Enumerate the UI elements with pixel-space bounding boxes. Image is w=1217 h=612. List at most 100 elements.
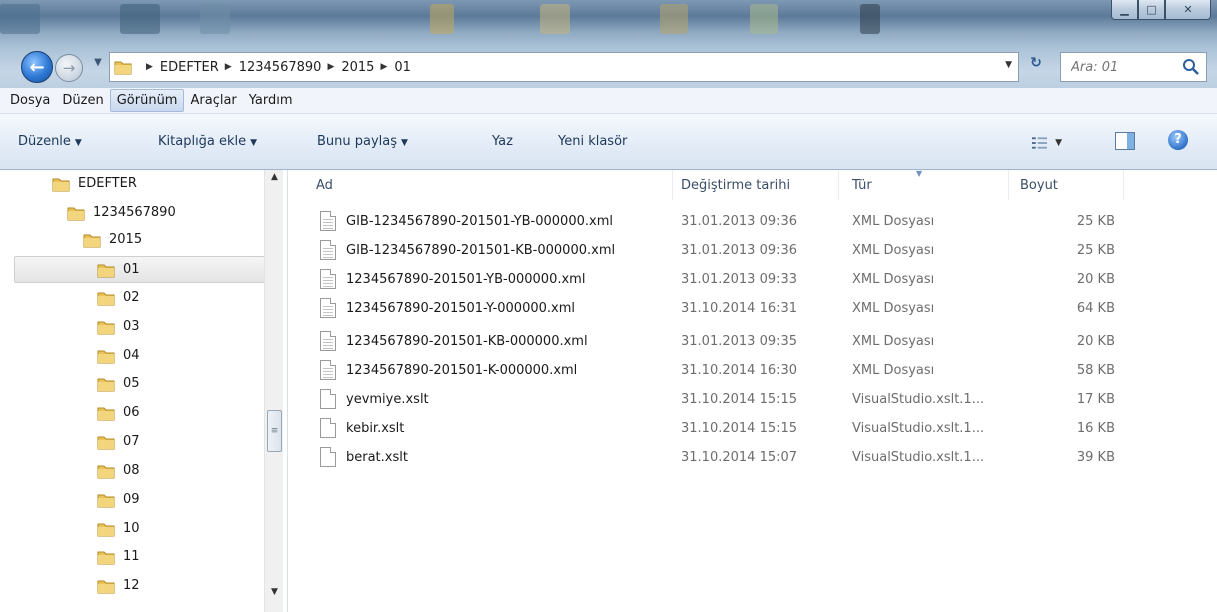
breadcrumb-item-month[interactable]: 01 [394, 60, 411, 75]
tree-item-month-01[interactable]: 01 [14, 256, 265, 283]
maximize-button[interactable]: □ [1138, 0, 1165, 20]
tree-item-label: 07 [123, 434, 140, 449]
tree-item-month-05[interactable]: 05 [97, 370, 140, 397]
xml-file-icon [320, 298, 336, 318]
column-header-type[interactable]: Tür [839, 170, 1009, 200]
file-row[interactable]: 1234567890-201501-YB-000000.xml 31.01.20… [289, 264, 1217, 294]
file-size: 16 KB [1076, 420, 1115, 436]
file-type: XML Dosyası [852, 242, 935, 258]
file-name: GIB-1234567890-201501-YB-000000.xml [346, 213, 613, 229]
back-button[interactable]: ← [21, 51, 53, 83]
command-bar: Düzenle ▼ Kitaplığa ekle ▼ Bunu paylaş ▼ Ya… [0, 114, 1217, 170]
address-bar[interactable]: ▶ EDEFTER ▶ 1234567890 ▶ 2015 ▶ 01 ▼ [109, 52, 1019, 82]
file-modified: 31.01.2013 09:36 [681, 213, 798, 229]
tree-item-month-10[interactable]: 10 [97, 515, 140, 542]
scroll-up-icon[interactable]: ▲ [265, 172, 284, 188]
share-with-button[interactable]: Bunu paylaş ▼ [317, 134, 408, 149]
preview-pane-button[interactable] [1115, 132, 1135, 150]
file-name: GIB-1234567890-201501-KB-000000.xml [346, 242, 616, 258]
file-row[interactable]: berat.xslt 31.10.2014 15:07 VisualStudio… [289, 442, 1217, 472]
file-size: 64 KB [1076, 300, 1115, 316]
folder-icon [97, 292, 115, 305]
breadcrumb-item-company[interactable]: 1234567890 [239, 60, 322, 75]
chevron-right-icon[interactable]: ▶ [380, 62, 387, 72]
tree-item-month-08[interactable]: 08 [97, 457, 140, 484]
file-row[interactable]: 1234567890-201501-K-000000.xml 31.10.201… [289, 355, 1217, 385]
file-type: XML Dosyası [852, 333, 935, 349]
taskbar-thumbnail [540, 4, 570, 34]
tree-item-label: 12 [123, 578, 140, 593]
file-row[interactable]: GIB-1234567890-201501-YB-000000.xml 31.0… [289, 206, 1217, 236]
file-type: XML Dosyası [852, 213, 935, 229]
tree-item-label: 03 [123, 319, 140, 334]
window-controls: ▁ □ ✕ [1111, 0, 1211, 20]
column-header-name[interactable]: Ad [289, 170, 673, 200]
menu-help[interactable]: Yardım [243, 90, 299, 111]
tree-item-month-04[interactable]: 04 [97, 342, 140, 369]
help-icon[interactable]: ? [1168, 130, 1188, 150]
scroll-down-icon[interactable]: ▼ [265, 587, 284, 603]
file-name: 1234567890-201501-YB-000000.xml [346, 271, 586, 287]
tree-item-label: 01 [123, 262, 140, 277]
file-modified: 31.10.2014 15:15 [681, 420, 798, 436]
tree-item-company[interactable]: 1234567890 [67, 199, 176, 226]
file-modified: 31.10.2014 16:31 [681, 300, 798, 316]
tree-item-label: 11 [123, 549, 140, 564]
new-folder-button[interactable]: Yeni klasör [558, 134, 627, 149]
refresh-button[interactable]: ↻ [1024, 55, 1048, 77]
file-type: VisualStudio.xslt.1... [852, 391, 985, 407]
menu-view[interactable]: Görünüm [109, 89, 185, 112]
recent-pages-dropdown[interactable]: ▼ [87, 57, 109, 73]
file-modified: 31.10.2014 16:30 [681, 362, 798, 378]
tree-item-year[interactable]: 2015 [83, 226, 142, 253]
tree-item-month-11[interactable]: 11 [97, 543, 140, 570]
chevron-right-icon[interactable]: ▶ [225, 62, 232, 72]
tree-item-edefter[interactable]: EDEFTER [52, 170, 137, 197]
chevron-right-icon[interactable]: ▶ [327, 62, 334, 72]
tree-item-month-02[interactable]: 02 [97, 284, 140, 311]
chevron-right-icon[interactable]: ▶ [146, 62, 153, 72]
file-row[interactable]: 1234567890-201501-KB-000000.xml 31.01.20… [289, 326, 1217, 356]
tree-item-month-06[interactable]: 06 [97, 399, 140, 426]
column-header-size[interactable]: Boyut [1009, 170, 1124, 200]
file-list: Ad Değiştirme tarihi Tür ▼ Boyut GIB-123… [289, 169, 1217, 612]
tree-item-month-03[interactable]: 03 [97, 313, 140, 340]
navigation-pane-scrollbar[interactable]: ▲ ≡ ▼ [264, 170, 283, 612]
breadcrumb-item-year[interactable]: 2015 [341, 60, 374, 75]
change-view-button[interactable]: ▼ [1032, 134, 1062, 152]
breadcrumb: ▶ EDEFTER ▶ 1234567890 ▶ 2015 ▶ 01 [140, 60, 411, 75]
search-box[interactable] [1060, 52, 1207, 82]
burn-button[interactable]: Yaz [492, 134, 513, 149]
minimize-button[interactable]: ▁ [1111, 0, 1138, 20]
tree-item-month-09[interactable]: 09 [97, 486, 140, 513]
close-button[interactable]: ✕ [1165, 0, 1211, 20]
forward-button[interactable]: → [55, 54, 83, 82]
title-bar: ▁ □ ✕ [0, 0, 1217, 46]
file-row[interactable]: GIB-1234567890-201501-KB-000000.xml 31.0… [289, 235, 1217, 265]
taskbar-thumbnail [0, 4, 40, 34]
search-input[interactable] [1071, 59, 1171, 75]
column-header-modified[interactable]: Değiştirme tarihi [673, 170, 839, 200]
menu-file[interactable]: Dosya [4, 90, 56, 111]
menu-edit[interactable]: Düzen [56, 90, 109, 111]
chevron-down-icon[interactable]: ▼ [1055, 138, 1062, 148]
file-row[interactable]: kebir.xslt 31.10.2014 15:15 VisualStudio… [289, 413, 1217, 443]
organize-button[interactable]: Düzenle ▼ [18, 134, 82, 149]
tree-item-month-12[interactable]: 12 [97, 572, 140, 599]
breadcrumb-item-edefter[interactable]: EDEFTER [160, 60, 219, 75]
address-dropdown-icon[interactable]: ▼ [1005, 60, 1012, 70]
column-header-label: Değiştirme tarihi [681, 177, 791, 193]
file-row[interactable]: 1234567890-201501-Y-000000.xml 31.10.201… [289, 293, 1217, 323]
tree-item-month-07[interactable]: 07 [97, 428, 140, 455]
file-size: 25 KB [1076, 213, 1115, 229]
include-in-library-button[interactable]: Kitaplığa ekle ▼ [158, 134, 257, 149]
tree-item-label: EDEFTER [78, 176, 137, 191]
xml-file-icon [320, 331, 336, 351]
search-icon[interactable] [1182, 58, 1200, 76]
scroll-thumb[interactable]: ≡ [267, 410, 282, 452]
burn-label: Yaz [492, 134, 513, 149]
folder-icon [67, 207, 85, 220]
taskbar-thumbnail [120, 4, 160, 34]
file-row[interactable]: yevmiye.xslt 31.10.2014 15:15 VisualStud… [289, 384, 1217, 414]
menu-tools[interactable]: Araçlar [184, 90, 242, 111]
